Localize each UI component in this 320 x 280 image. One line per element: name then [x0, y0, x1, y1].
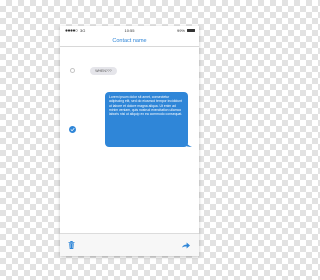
sent-message-bubble[interactable]: Lorem ipsum dolor sit amet, consectetur …	[105, 92, 188, 147]
contact-name[interactable]: Contact name	[60, 38, 199, 44]
battery-icon	[187, 28, 195, 32]
phone-screen: 3G 10:55 99% Contact name WHEN??? Lorem …	[60, 26, 199, 256]
received-message-bubble[interactable]: WHEN???	[90, 67, 117, 75]
battery-percent: 99%	[176, 28, 185, 33]
forward-arrow-icon[interactable]	[182, 242, 190, 249]
battery-fill	[188, 29, 194, 31]
trash-icon[interactable]	[68, 241, 75, 249]
bottom-toolbar	[60, 233, 199, 256]
status-bar: 3G 10:55 99%	[60, 26, 199, 35]
navigation-bar: Contact name	[60, 35, 199, 47]
checkmark-icon	[70, 128, 75, 132]
select-circle-checked-icon[interactable]	[69, 126, 76, 133]
select-circle-unchecked-icon[interactable]	[70, 68, 75, 73]
